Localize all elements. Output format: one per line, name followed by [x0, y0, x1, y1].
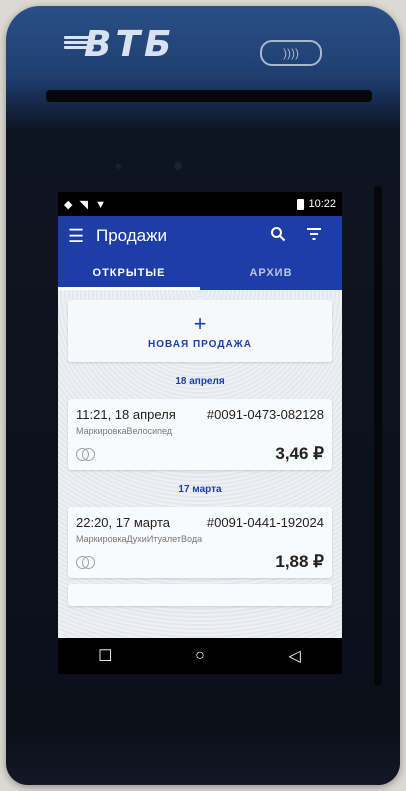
app-bar: ☰ Продажи [58, 216, 342, 256]
wifi-icon: ▼ [95, 198, 106, 211]
date-header: 17 марта [178, 484, 222, 495]
contactless-icon: )))) [260, 40, 322, 66]
sale-number: #0091-0441-192024 [206, 515, 324, 530]
status-icons-right: 10:22 [297, 198, 336, 210]
filter-icon[interactable] [296, 227, 332, 246]
tab-bar: ОТКРЫТЫЕ АРХИВ [58, 256, 342, 290]
battery-icon [297, 198, 305, 210]
tab-archive[interactable]: АРХИВ [200, 256, 342, 290]
sale-card[interactable]: 22:20, 17 марта #0091-0441-192024 Маркир… [68, 507, 332, 578]
screen: ◆ ◥ ▼ 10:22 ☰ Продажи ОТКРЫТЫЕ АРХИВ + Н… [58, 192, 342, 674]
front-camera [174, 162, 182, 170]
status-time: 10:22 [308, 198, 336, 210]
page-title: Продажи [96, 226, 167, 245]
search-icon[interactable] [260, 226, 296, 247]
brand-logo: ВТБ [84, 24, 176, 65]
sale-card-partial[interactable] [68, 584, 332, 606]
sale-amount: 1,88 ₽ [275, 552, 324, 571]
light-sensor [116, 164, 121, 169]
home-icon[interactable]: ○ [180, 647, 220, 665]
sale-number: #0091-0473-082128 [206, 407, 324, 422]
sale-time: 22:20, 17 марта [76, 515, 170, 530]
menu-icon[interactable]: ☰ [68, 226, 96, 247]
data-arrows-icon: ◆ [64, 198, 73, 211]
receipt-printer-slot [46, 90, 372, 102]
signal-icon: ◥ [79, 198, 88, 211]
back-icon[interactable]: ◁ [275, 646, 315, 666]
date-header: 18 апреля [175, 376, 225, 387]
sales-list: + НОВАЯ ПРОДАЖА 18 апреля 11:21, 18 апре… [58, 290, 342, 674]
status-bar: ◆ ◥ ▼ 10:22 [58, 192, 342, 216]
card-payment-icon [76, 556, 96, 569]
recents-icon[interactable]: ☐ [85, 646, 125, 666]
tab-open[interactable]: ОТКРЫТЫЕ [58, 256, 200, 290]
sale-card[interactable]: 11:21, 18 апреля #0091-0473-082128 Марки… [68, 399, 332, 470]
plus-icon: + [193, 310, 207, 336]
card-payment-icon [76, 448, 96, 461]
sale-amount: 3,46 ₽ [275, 444, 324, 463]
side-button [374, 186, 382, 686]
sale-time: 11:21, 18 апреля [76, 407, 176, 422]
status-icons-left: ◆ ◥ ▼ [64, 198, 110, 211]
android-nav-bar: ☐ ○ ◁ [58, 638, 342, 674]
new-sale-button[interactable]: + НОВАЯ ПРОДАЖА [68, 300, 332, 362]
sale-goods: МаркировкаДухиИтуалетВода [76, 534, 203, 544]
device-bottom [6, 730, 400, 785]
new-sale-label: НОВАЯ ПРОДАЖА [148, 338, 252, 350]
sale-goods: МаркировкаВелосипед [76, 426, 173, 436]
